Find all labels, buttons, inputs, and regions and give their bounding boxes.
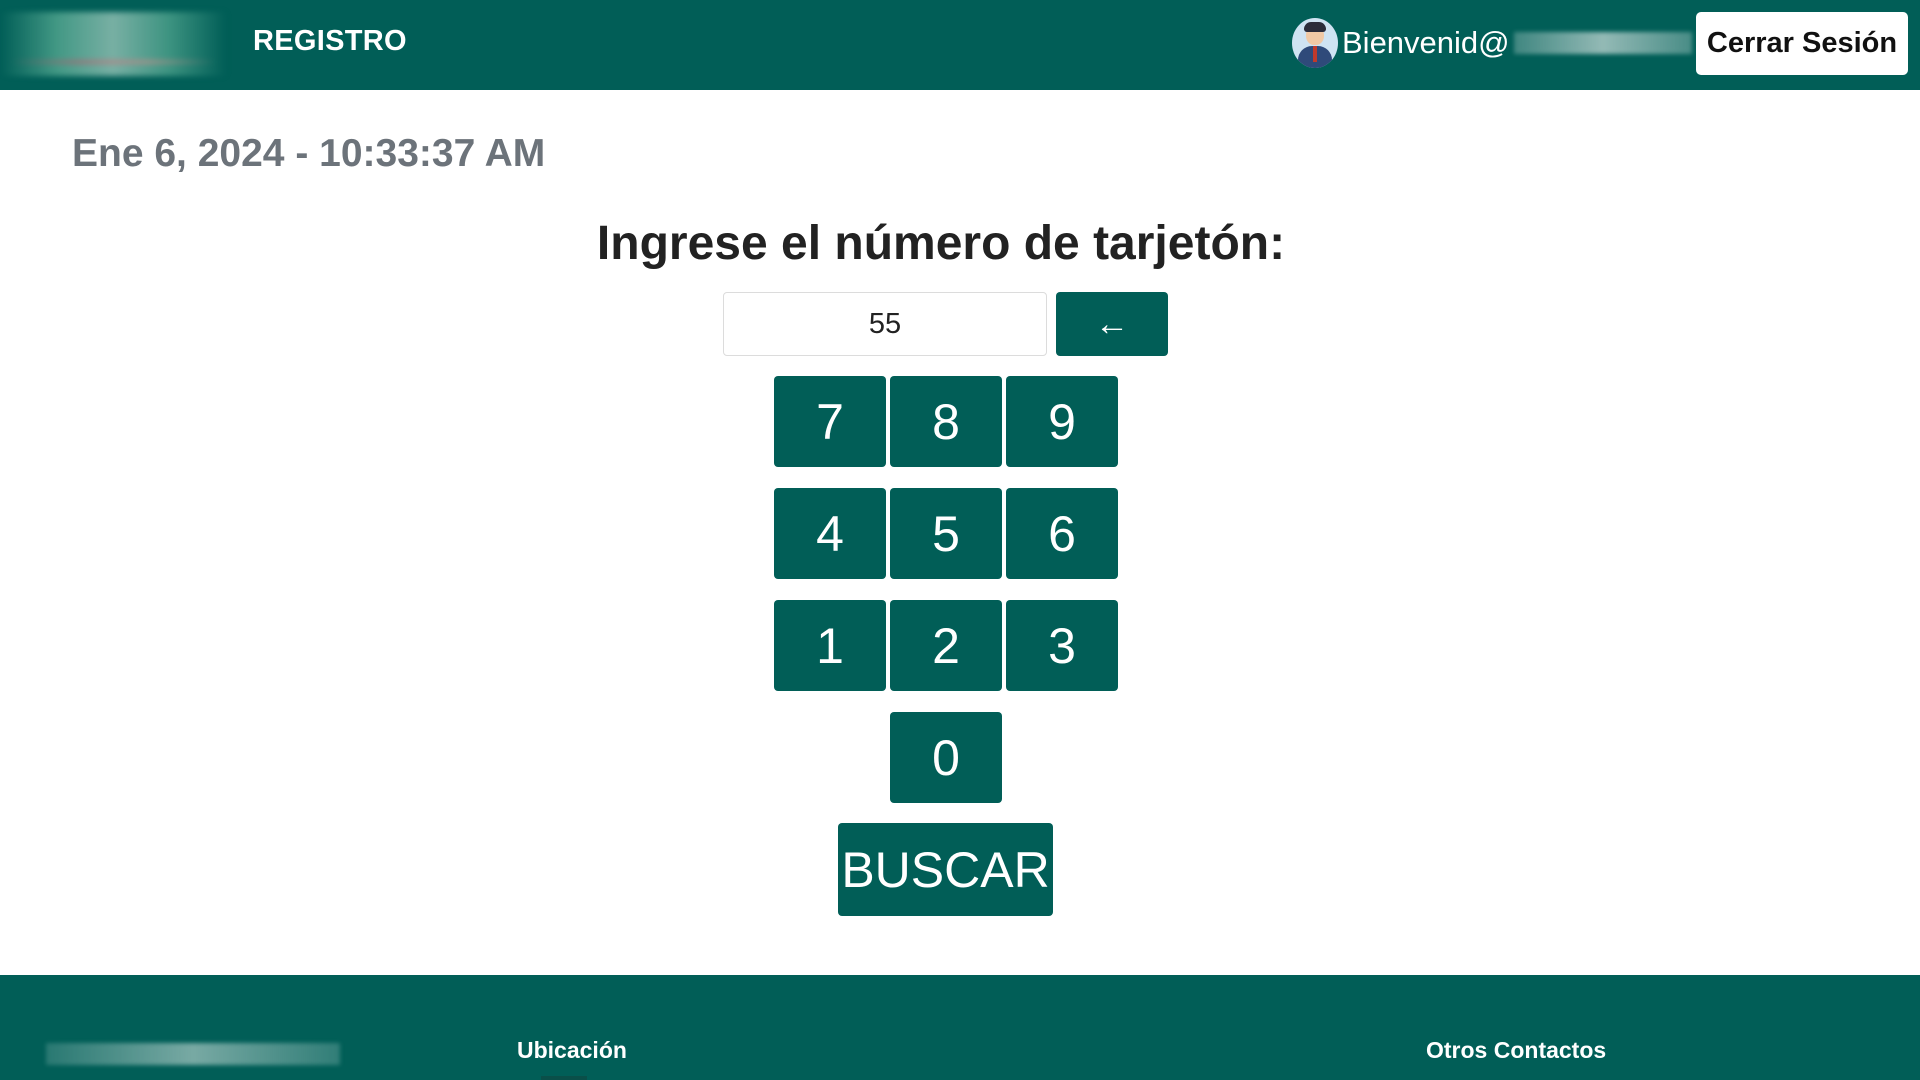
card-number-prompt: Ingrese el número de tarjetón: — [596, 217, 1286, 270]
footer: Ubicación Otros Contactos — [0, 975, 1920, 1080]
key-8[interactable]: 8 — [890, 376, 1002, 467]
user-avatar-icon — [1292, 18, 1338, 68]
top-navbar: REGISTRO Bienvenid@ Cerrar Sesión — [0, 0, 1920, 90]
search-button[interactable]: BUSCAR — [838, 823, 1053, 916]
brand-logo[interactable] — [0, 12, 226, 76]
key-7[interactable]: 7 — [774, 376, 886, 467]
backspace-button[interactable]: ← — [1056, 292, 1168, 356]
key-5[interactable]: 5 — [890, 488, 1002, 579]
key-4[interactable]: 4 — [774, 488, 886, 579]
app-title[interactable]: REGISTRO — [253, 25, 407, 58]
footer-contacts-heading: Otros Contactos — [1426, 1037, 1607, 1063]
key-6[interactable]: 6 — [1006, 488, 1118, 579]
footer-location-heading: Ubicación — [517, 1037, 627, 1063]
key-1[interactable]: 1 — [774, 600, 886, 691]
footer-divider — [541, 1076, 587, 1080]
current-datetime: Ene 6, 2024 - 10:33:37 AM — [72, 132, 546, 175]
user-info: Bienvenid@ — [1292, 16, 1692, 70]
key-3[interactable]: 3 — [1006, 600, 1118, 691]
key-2[interactable]: 2 — [890, 600, 1002, 691]
username-redacted — [1513, 32, 1692, 54]
key-0[interactable]: 0 — [890, 712, 1002, 803]
footer-logo — [46, 1043, 340, 1065]
logout-button[interactable]: Cerrar Sesión — [1696, 12, 1908, 75]
welcome-text: Bienvenid@ — [1342, 25, 1510, 60]
key-9[interactable]: 9 — [1006, 376, 1118, 467]
card-number-input[interactable] — [723, 292, 1047, 356]
